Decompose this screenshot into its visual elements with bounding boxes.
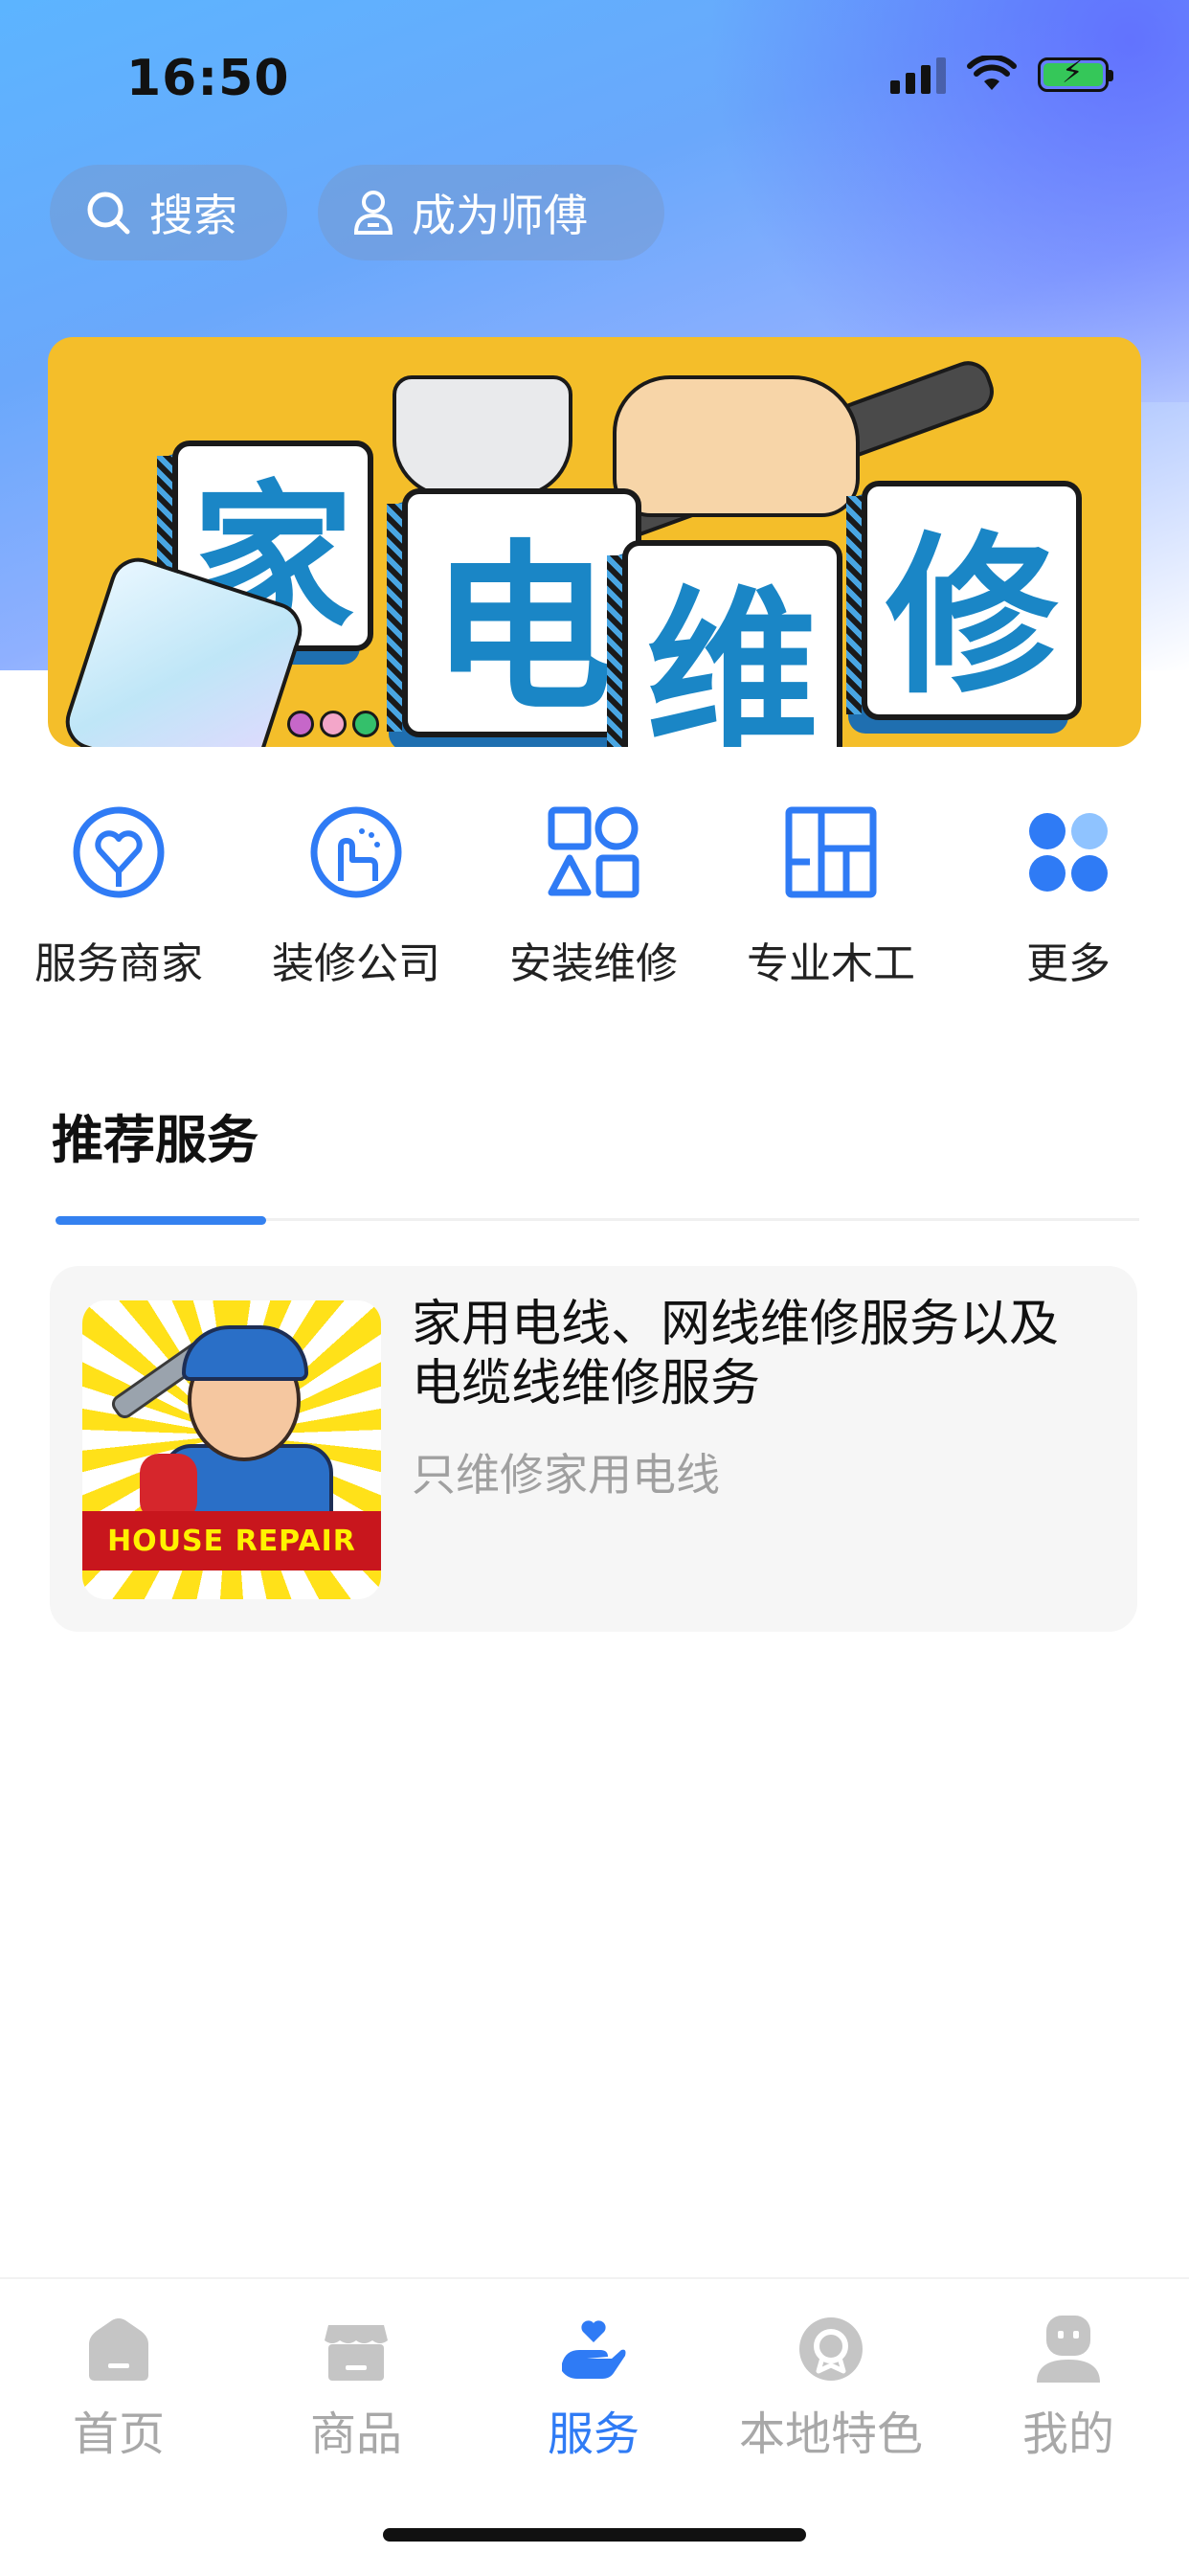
category-label: 安装维修: [509, 939, 678, 988]
service-title: 家用电线、网线维修服务以及电缆线维修服务: [412, 1296, 1060, 1412]
home-indicator[interactable]: [383, 2528, 806, 2542]
category-row: 服务商家 装修公司 安装维修 专业木工 更多: [0, 804, 1189, 1015]
badge-icon: [796, 2314, 866, 2384]
thumbnail-ribbon: HOUSE REPAIR: [82, 1511, 381, 1570]
banner-pot-illustration: [393, 375, 572, 498]
tab-local-specialty[interactable]: 本地特色: [716, 2314, 946, 2463]
battery-icon: ⚡: [1038, 56, 1113, 92]
more-clover-icon: [1021, 804, 1116, 900]
home-icon: [83, 2314, 154, 2384]
floorplan-icon: [783, 804, 879, 900]
promo-banner[interactable]: 家 电 维 修: [48, 337, 1141, 747]
tab-home[interactable]: 首页: [4, 2314, 234, 2463]
shop-icon: [321, 2314, 392, 2384]
category-label: 更多: [1026, 939, 1110, 988]
status-icons: ⚡: [890, 56, 1113, 94]
category-more[interactable]: 更多: [953, 804, 1183, 990]
shapes-grid-icon: [546, 804, 641, 900]
worker-icon: [352, 189, 394, 237]
tab-label: 首页: [72, 2407, 165, 2461]
active-tab-indicator: [56, 1216, 266, 1225]
banner-dots: [287, 711, 379, 737]
wifi-icon: [967, 56, 1017, 90]
tab-label: 我的: [1021, 2407, 1114, 2461]
tab-label: 本地特色: [738, 2407, 923, 2461]
service-thumbnail: HOUSE REPAIR: [82, 1300, 381, 1599]
category-renovation[interactable]: 装修公司: [241, 804, 471, 990]
status-time: 16:50: [126, 50, 290, 107]
tab-service[interactable]: 服务: [479, 2314, 708, 2463]
category-label: 专业木工: [747, 939, 915, 988]
category-service-merchant[interactable]: 服务商家: [4, 804, 234, 990]
become-master-label: 成为师傅: [412, 190, 588, 241]
profile-robot-icon: [1033, 2314, 1104, 2384]
tab-mine[interactable]: 我的: [953, 2314, 1183, 2463]
renovation-hand-icon: [308, 804, 404, 900]
banner-char-tile: 维: [607, 540, 842, 747]
signal-icon: [890, 56, 946, 94]
tab-label: 商品: [309, 2407, 402, 2461]
search-button[interactable]: 搜索: [50, 165, 287, 260]
service-subtitle: 只维修家用电线: [412, 1449, 720, 1501]
tab-label: 服务: [547, 2407, 639, 2461]
search-label: 搜索: [149, 190, 237, 241]
banner-char-tile: 电: [387, 488, 641, 737]
service-card[interactable]: HOUSE REPAIR 家用电线、网线维修服务以及电缆线维修服务 只维修家用电…: [50, 1266, 1137, 1632]
category-install-repair[interactable]: 安装维修: [479, 804, 708, 990]
search-icon: [84, 189, 132, 237]
category-carpentry[interactable]: 专业木工: [716, 804, 946, 990]
service-hand-icon: [558, 2314, 629, 2384]
merchant-heart-icon: [71, 804, 167, 900]
banner-char-tile: 修: [846, 481, 1082, 720]
category-label: 装修公司: [272, 939, 440, 988]
category-label: 服务商家: [34, 939, 203, 988]
become-master-button[interactable]: 成为师傅: [318, 165, 664, 260]
tab-products[interactable]: 商品: [241, 2314, 471, 2463]
section-tab-recommended[interactable]: 推荐服务: [52, 1097, 258, 1173]
banner-hand-illustration: [613, 375, 860, 517]
